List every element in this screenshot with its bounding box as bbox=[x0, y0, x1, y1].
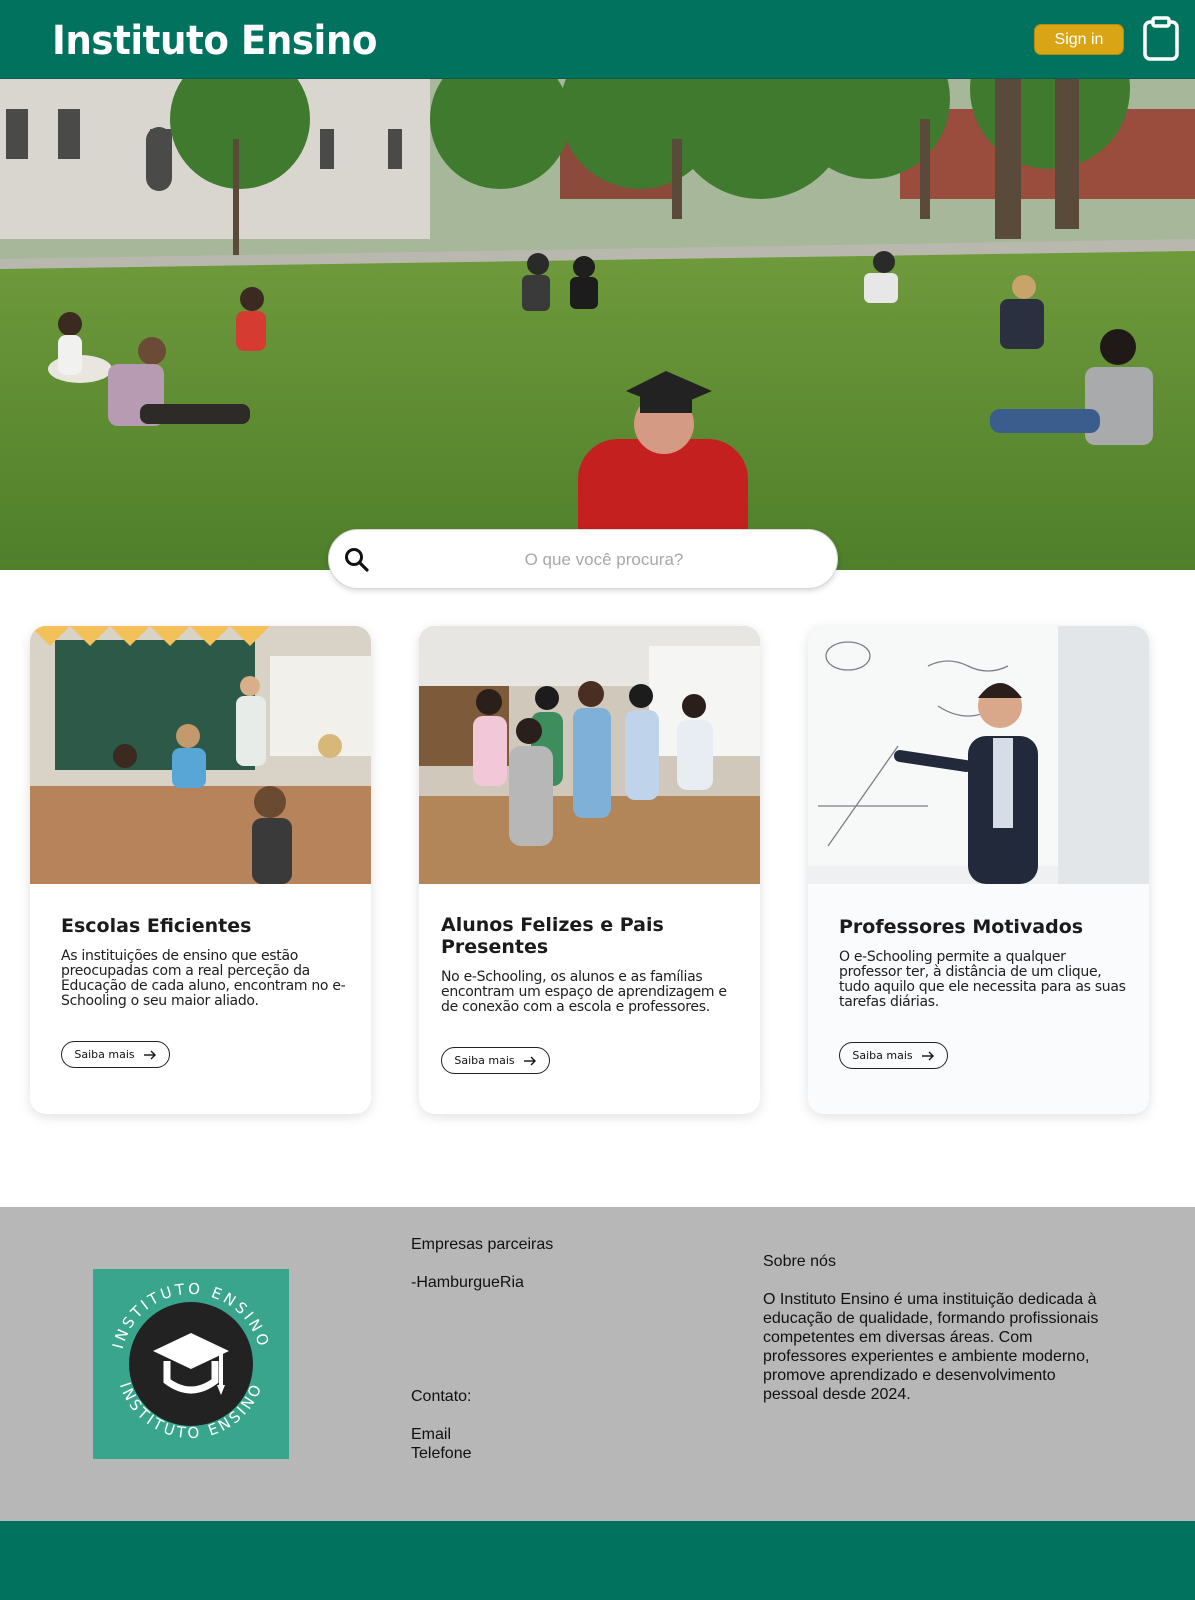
institute-logo: INSTITUTO ENSINO INSTITUTO ENSINO bbox=[93, 1269, 289, 1459]
card-title: Professores Motivados bbox=[839, 916, 1084, 938]
top-navbar: Instituto Ensino Sign in bbox=[0, 0, 1195, 79]
hero-image bbox=[0, 79, 1195, 570]
saiba-mais-label: Saiba mais bbox=[74, 1048, 135, 1061]
brand-title[interactable]: Instituto Ensino bbox=[52, 16, 377, 66]
saiba-mais-label: Saiba mais bbox=[852, 1049, 913, 1062]
contact-phone[interactable]: Telefone bbox=[411, 1444, 472, 1463]
card-title: Escolas Eficientes bbox=[61, 915, 252, 937]
card-professores-motivados: Professores Motivados O e-Schooling perm… bbox=[808, 626, 1149, 1114]
card-alunos-felizes: Alunos Felizes e Pais Presentes No e-Sch… bbox=[419, 626, 760, 1114]
arrow-right-icon bbox=[921, 1051, 934, 1060]
card-title: Alunos Felizes e Pais Presentes bbox=[441, 914, 664, 958]
footer: INSTITUTO ENSINO INSTITUTO ENSINO Empres… bbox=[0, 1207, 1195, 1521]
sign-in-button[interactable]: Sign in bbox=[1034, 24, 1124, 55]
about-title: Sobre nós bbox=[763, 1253, 836, 1270]
about-text: O Instituto Ensino é uma instituição ded… bbox=[763, 1291, 1099, 1403]
card-body: Escolas Eficientes As instituições de en… bbox=[61, 915, 351, 1009]
partners-title: Empresas parceiras bbox=[411, 1236, 554, 1253]
card-text: O e-Schooling permite a qualquer profess… bbox=[839, 949, 1126, 1010]
clipboard-icon[interactable] bbox=[1142, 16, 1180, 62]
campus-lawn-image bbox=[0, 79, 1195, 570]
saiba-mais-button[interactable]: Saiba mais bbox=[839, 1042, 948, 1069]
card-body: Professores Motivados O e-Schooling perm… bbox=[839, 916, 1129, 1010]
students-group-image bbox=[419, 626, 760, 884]
contact-email[interactable]: Email bbox=[411, 1425, 451, 1444]
saiba-mais-button[interactable]: Saiba mais bbox=[61, 1041, 170, 1068]
search-icon[interactable] bbox=[343, 546, 371, 574]
card-escolas-eficientes: Escolas Eficientes As instituições de en… bbox=[30, 626, 371, 1114]
card-text: No e-Schooling, os alunos e as famílias … bbox=[441, 969, 727, 1015]
card-body: Alunos Felizes e Pais Presentes No e-Sch… bbox=[441, 914, 746, 1015]
graduation-cap-logo-icon: INSTITUTO ENSINO INSTITUTO ENSINO bbox=[109, 1280, 270, 1443]
bottom-bar bbox=[0, 1521, 1195, 1600]
contact-title: Contato: bbox=[411, 1388, 472, 1405]
saiba-mais-label: Saiba mais bbox=[454, 1054, 515, 1067]
partner-item[interactable]: -HamburgueRia bbox=[411, 1273, 524, 1292]
search-bar[interactable] bbox=[328, 529, 838, 589]
arrow-right-icon bbox=[143, 1050, 156, 1059]
classroom-image bbox=[30, 626, 371, 884]
arrow-right-icon bbox=[523, 1056, 536, 1065]
search-input[interactable] bbox=[389, 540, 819, 580]
saiba-mais-button[interactable]: Saiba mais bbox=[441, 1047, 550, 1074]
card-text: As instituições de ensino que estão preo… bbox=[61, 948, 346, 1009]
teacher-whiteboard-image bbox=[808, 626, 1149, 884]
